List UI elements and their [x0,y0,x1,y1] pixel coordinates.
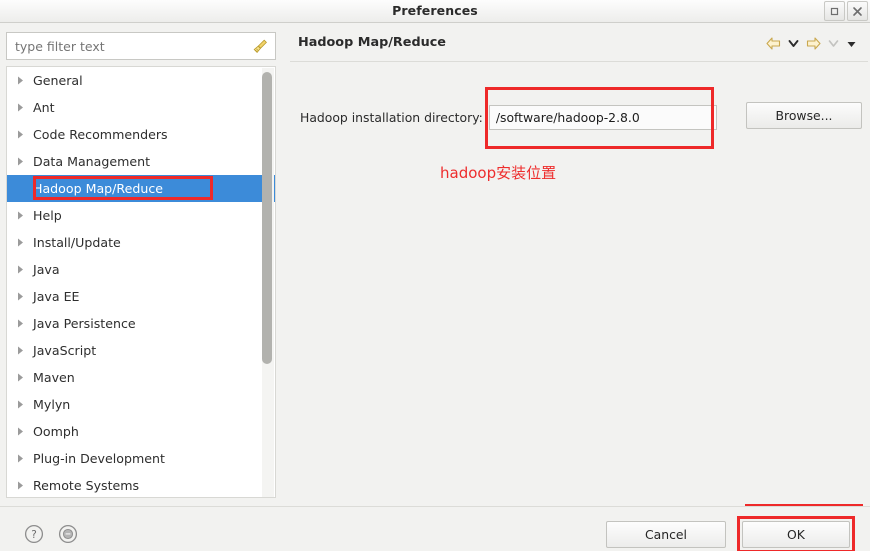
chevron-right-icon[interactable] [7,264,33,275]
sidebar-item-ant[interactable]: Ant [7,94,275,121]
dialog-footer [0,506,870,551]
preferences-tree[interactable]: General Ant Code Recommenders Data Manageme… [6,66,276,498]
preferences-sidebar: General Ant Code Recommenders Data Manageme… [0,23,282,506]
sidebar-item-java[interactable]: Java [7,256,275,283]
window-title: Preferences [392,3,478,18]
page-nav-icons [765,36,858,51]
forward-history-chevron-down-icon [827,37,840,50]
tree-rows: General Ant Code Recommenders Data Manageme… [7,67,275,497]
chevron-right-icon[interactable] [7,102,33,113]
chevron-right-icon[interactable] [7,345,33,356]
sidebar-item-label: JavaScript [33,343,97,358]
chevron-right-icon[interactable] [7,399,33,410]
sidebar-item-label: Hadoop Map/Reduce [33,181,163,196]
close-button[interactable] [847,1,868,21]
browse-button[interactable]: Browse... [746,102,862,129]
sidebar-item-plug-in-development[interactable]: Plug-in Development [7,445,275,472]
hadoop-directory-input[interactable] [488,105,717,130]
chevron-right-icon[interactable] [7,318,33,329]
broom-icon[interactable] [251,37,270,56]
sidebar-item-maven[interactable]: Maven [7,364,275,391]
tree-scrollbar-track[interactable] [262,68,274,497]
hadoop-directory-row: Hadoop installation directory: [300,105,717,130]
export-circle-icon[interactable] [58,524,78,544]
maximize-button[interactable] [824,1,845,21]
sidebar-item-code-recommenders[interactable]: Code Recommenders [7,121,275,148]
sidebar-item-label: General [33,73,83,88]
forward-arrow-icon[interactable] [805,36,822,51]
chevron-right-icon[interactable] [7,372,33,383]
window-titlebar: Preferences [0,0,870,23]
sidebar-item-label: Ant [33,100,55,115]
filter-box[interactable] [6,32,276,60]
ok-button[interactable]: OK [742,521,850,548]
sidebar-item-java-persistence[interactable]: Java Persistence [7,310,275,337]
sidebar-item-remote-systems[interactable]: Remote Systems [7,472,275,497]
close-icon [853,6,862,16]
svg-text:?: ? [31,529,37,541]
page-content-area: Hadoop installation directory: Browse...… [290,61,868,541]
sidebar-item-general[interactable]: General [7,67,275,94]
search-input[interactable] [13,37,229,55]
sidebar-item-label: Install/Update [33,235,121,250]
page-title: Hadoop Map/Reduce [298,35,446,50]
sidebar-item-label: Oomph [33,424,79,439]
sidebar-item-install-update[interactable]: Install/Update [7,229,275,256]
sidebar-item-mylyn[interactable]: Mylyn [7,391,275,418]
back-arrow-icon[interactable] [765,36,782,51]
chevron-right-icon[interactable] [7,156,33,167]
preferences-page-panel: Hadoop Map/Reduce Hadoop installation di… [288,23,870,541]
sidebar-item-label: Java Persistence [33,316,136,331]
chevron-right-icon[interactable] [7,453,33,464]
chevron-right-icon[interactable] [7,291,33,302]
sidebar-item-label: Java [33,262,60,277]
chevron-right-icon[interactable] [7,210,33,221]
sidebar-item-label: Data Management [33,154,151,169]
cancel-button[interactable]: Cancel [606,521,726,548]
sidebar-item-label: Mylyn [33,397,71,412]
chevron-right-icon[interactable] [7,129,33,140]
sidebar-item-label: Help [33,208,62,223]
sidebar-item-label: Code Recommenders [33,127,168,142]
tree-scrollbar-thumb[interactable] [262,72,272,364]
help-circle-icon[interactable]: ? [24,524,44,544]
annotation-text-directory: hadoop安装位置 [440,164,557,182]
chevron-right-icon[interactable] [7,480,33,491]
sidebar-item-data-management[interactable]: Data Management [7,148,275,175]
sidebar-item-javascript[interactable]: JavaScript [7,337,275,364]
hadoop-directory-label: Hadoop installation directory: [300,110,483,125]
sidebar-item-label: Java EE [33,289,80,304]
window-controls [822,1,868,21]
view-menu-triangle-down-icon[interactable] [845,37,858,50]
sidebar-item-label: Plug-in Development [33,451,165,466]
back-history-chevron-down-icon[interactable] [787,37,800,50]
sidebar-item-label: Remote Systems [33,478,140,493]
chevron-right-icon[interactable] [7,75,33,86]
sidebar-item-help[interactable]: Help [7,202,275,229]
sidebar-item-oomph[interactable]: Oomph [7,418,275,445]
sidebar-item-java-ee[interactable]: Java EE [7,283,275,310]
sidebar-item-label: Maven [33,370,75,385]
preferences-dialog: Preferences type filter text General Ant… [0,0,870,551]
sidebar-item-hadoop-map-reduce[interactable]: Hadoop Map/Reduce [7,175,275,202]
maximize-icon [830,7,839,15]
chevron-right-icon[interactable] [7,237,33,248]
chevron-right-icon[interactable] [7,426,33,437]
